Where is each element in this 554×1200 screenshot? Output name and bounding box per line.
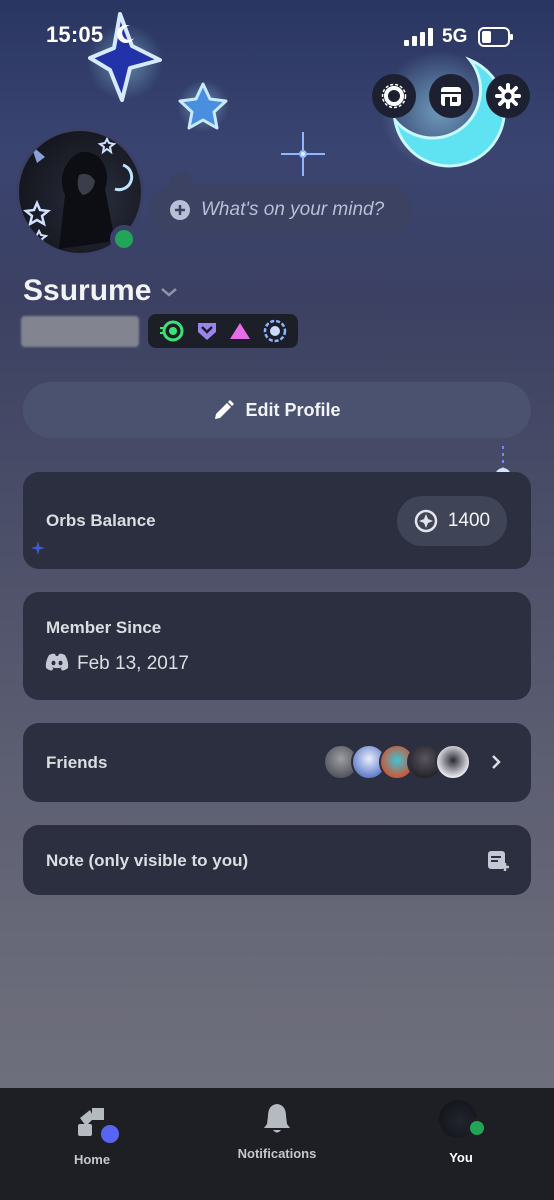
note-label: Note (only visible to you)	[46, 851, 249, 870]
add-icon	[170, 200, 190, 220]
nitro-button[interactable]	[372, 74, 416, 118]
orbs-balance-card[interactable]: Orbs Balance 1400	[23, 472, 531, 569]
nav-notifications-label: Notifications	[237, 1146, 317, 1161]
hypesquad-badge-icon	[197, 323, 216, 340]
status-time: 15:05	[46, 22, 104, 47]
status-placeholder: What's on your mind?	[201, 199, 385, 220]
member-since-label: Member Since	[46, 618, 162, 637]
battery-icon	[478, 27, 513, 47]
orb-icon	[414, 509, 438, 533]
bottom-navigation: Home Notifications You	[0, 1088, 554, 1200]
note-card[interactable]: Note (only visible to you)	[23, 825, 531, 895]
friends-label: Friends	[46, 753, 108, 772]
blurred-username-tag	[21, 316, 139, 347]
add-note-icon	[488, 851, 509, 871]
triangle-badge-icon	[230, 323, 251, 339]
quest-badge-icon	[263, 319, 286, 343]
boost-badge-icon	[160, 320, 184, 342]
discord-logo-icon	[45, 653, 69, 671]
nav-home-label: Home	[73, 1152, 111, 1167]
online-status-indicator	[110, 225, 138, 253]
username[interactable]: Ssurume	[23, 274, 151, 308]
nav-notifications[interactable]: Notifications	[207, 1088, 347, 1178]
chevron-down-icon[interactable]	[160, 285, 178, 299]
custom-status-input[interactable]: What's on your mind?	[150, 184, 413, 236]
friends-card[interactable]: Friends	[23, 723, 531, 802]
gear-icon	[495, 83, 521, 109]
sparkle-icon	[281, 132, 325, 176]
do-not-disturb-icon	[116, 25, 134, 44]
edit-profile-label: Edit Profile	[245, 399, 341, 420]
edit-profile-button[interactable]: Edit Profile	[23, 382, 531, 438]
friend-avatar	[435, 744, 471, 780]
nav-home[interactable]: Home	[22, 1088, 162, 1178]
unread-indicator	[98, 1122, 122, 1146]
nav-you[interactable]: You	[391, 1088, 531, 1178]
pencil-icon	[215, 400, 235, 419]
member-since-date: Feb 13, 2017	[77, 653, 189, 674]
star-decoration-icon	[87, 12, 229, 132]
online-status-indicator	[467, 1118, 487, 1138]
network-type: 5G	[442, 26, 468, 47]
orbs-value: 1400	[447, 510, 491, 531]
orbs-label: Orbs Balance	[46, 511, 156, 530]
orbs-balance-pill[interactable]: 1400	[397, 496, 507, 546]
cellular-signal-icon	[404, 28, 433, 46]
sparkle-icon	[31, 541, 45, 555]
shop-icon	[441, 87, 461, 106]
profile-badges[interactable]	[148, 314, 298, 348]
chevron-right-icon	[492, 755, 501, 769]
nav-you-label: You	[449, 1150, 473, 1165]
nitro-icon	[381, 83, 407, 109]
shop-button[interactable]	[429, 74, 473, 118]
bell-icon	[264, 1104, 290, 1133]
member-since-card: Member Since Feb 13, 2017	[23, 592, 531, 700]
settings-button[interactable]	[486, 74, 530, 118]
